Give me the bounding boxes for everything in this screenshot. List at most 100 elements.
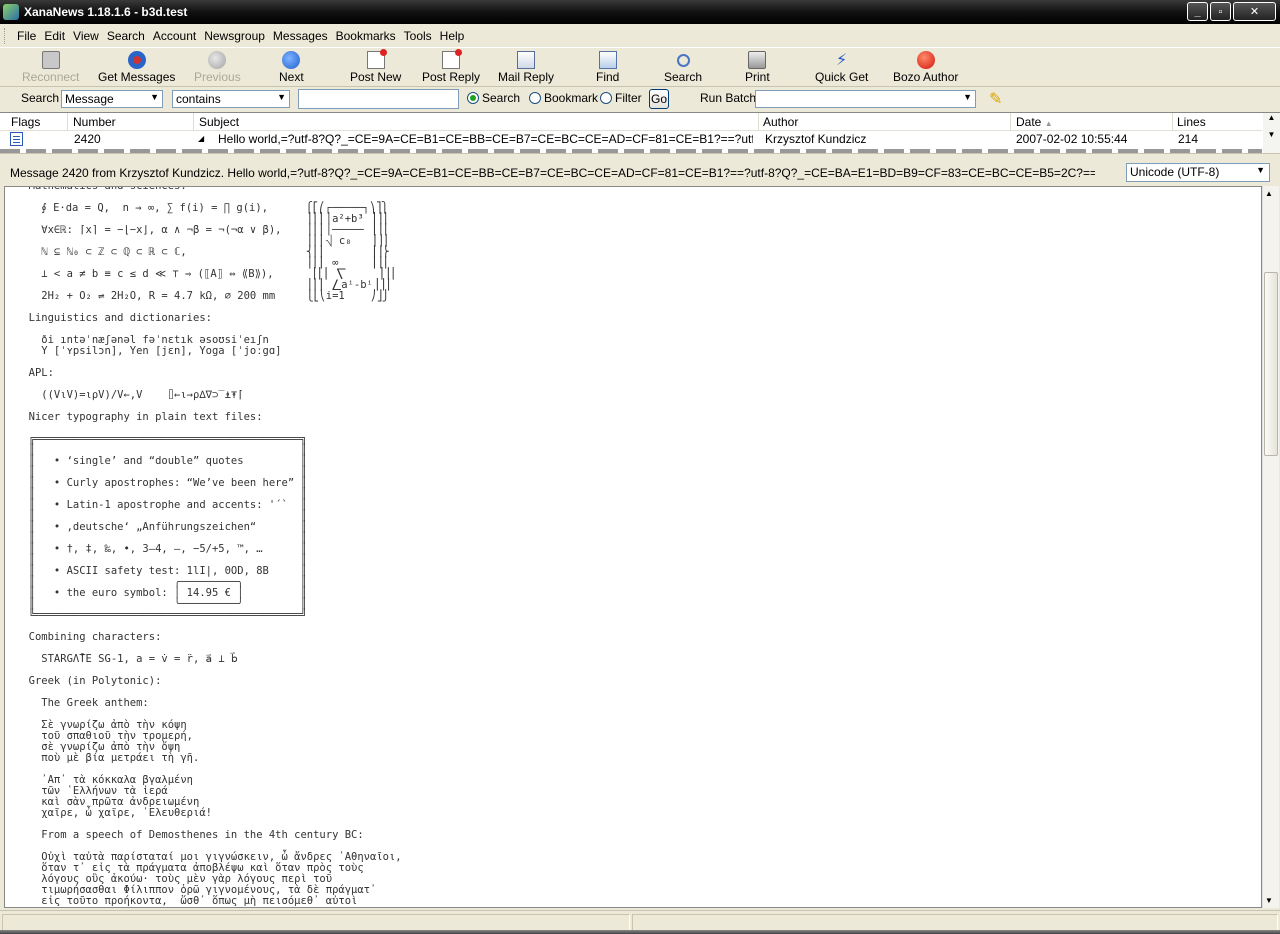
search-field-value: Message bbox=[65, 92, 114, 106]
search-radio[interactable] bbox=[467, 92, 479, 104]
minimize-button[interactable]: _ bbox=[1187, 2, 1208, 21]
filter-radio[interactable] bbox=[600, 92, 612, 104]
chevron-down-icon: ▼ bbox=[277, 92, 286, 102]
menu-newsgroup[interactable]: Newsgroup bbox=[204, 29, 265, 43]
message-header-text: Message 2420 from Krzysztof Kundzicz. He… bbox=[10, 166, 1095, 180]
encoding-value: Unicode (UTF-8) bbox=[1130, 165, 1220, 179]
menu-tools[interactable]: Tools bbox=[404, 29, 432, 43]
find-label: Find bbox=[596, 70, 620, 84]
search-field-select[interactable]: Message ▼ bbox=[61, 90, 163, 108]
column-lines[interactable]: Lines bbox=[1177, 115, 1206, 129]
column-flags[interactable]: Flags bbox=[11, 115, 40, 129]
thread-collapse-icon[interactable]: ◢ bbox=[198, 134, 204, 143]
search-text-input[interactable] bbox=[298, 89, 459, 109]
column-number[interactable]: Number bbox=[73, 115, 116, 129]
printer-icon bbox=[748, 51, 767, 69]
row-author: Krzysztof Kundzicz bbox=[765, 132, 867, 146]
scroll-down-icon[interactable]: ▼ bbox=[1263, 130, 1280, 139]
scroll-up-icon[interactable]: ▲ bbox=[1263, 113, 1280, 122]
reconnect-button[interactable]: Reconnect bbox=[22, 51, 79, 84]
bookmark-radio[interactable] bbox=[529, 92, 541, 104]
chevron-down-icon: ▼ bbox=[1256, 165, 1265, 175]
column-date-label: Date bbox=[1016, 115, 1042, 129]
chevron-down-icon: ▼ bbox=[150, 92, 159, 102]
row-date: 2007-02-02 10:55:44 bbox=[1016, 132, 1128, 146]
menu-bookmarks[interactable]: Bookmarks bbox=[336, 29, 396, 43]
menu-file[interactable]: File bbox=[17, 29, 36, 43]
column-divider[interactable] bbox=[1172, 113, 1173, 131]
message-body-text: Mathematics and sciences: ∮ E⋅da = Q, n … bbox=[28, 186, 402, 907]
run-batch-wand-icon[interactable]: ✎ bbox=[989, 89, 1007, 108]
column-author[interactable]: Author bbox=[763, 115, 798, 129]
menu-help[interactable]: Help bbox=[440, 29, 465, 43]
table-row-partial[interactable] bbox=[0, 149, 1262, 153]
scroll-down-icon[interactable]: ▼ bbox=[1265, 896, 1273, 905]
print-button[interactable]: Print bbox=[745, 51, 770, 84]
quick-get-lightning-icon: ⚡ bbox=[836, 52, 848, 69]
post-new-button[interactable]: Post New bbox=[350, 49, 401, 84]
message-body[interactable]: Mathematics and sciences: ∮ E⋅da = Q, n … bbox=[4, 186, 1262, 908]
message-body-scrollbar[interactable]: ▲ ▼ bbox=[1262, 186, 1279, 908]
bozo-author-icon bbox=[916, 51, 935, 69]
message-list-header: Flags Number Subject Author Date ▲ Lines bbox=[0, 113, 1262, 131]
search-toolbar-button[interactable]: Search bbox=[664, 51, 702, 84]
message-header-bar: Message 2420 from Krzysztof Kundzicz. He… bbox=[0, 160, 1280, 186]
row-lines: 214 bbox=[1178, 132, 1199, 146]
magnifier-icon bbox=[674, 51, 692, 69]
xananews-window: XanaNews 1.18.1.6 - b3d.test _ ▫ ✕ File … bbox=[0, 0, 1280, 934]
table-row[interactable]: 2420 ◢ Hello world,=?utf-8?Q?_=CE=9A=CE=… bbox=[0, 131, 1262, 148]
post-new-icon bbox=[366, 49, 387, 69]
search-label: Search bbox=[664, 70, 703, 84]
bozo-author-label: Bozo Author bbox=[893, 70, 959, 84]
go-button[interactable]: Go bbox=[649, 89, 669, 109]
previous-label: Previous bbox=[194, 70, 241, 84]
close-button[interactable]: ✕ bbox=[1233, 2, 1276, 21]
column-divider[interactable] bbox=[67, 113, 68, 131]
scroll-up-icon[interactable]: ▲ bbox=[1265, 189, 1273, 198]
column-divider[interactable] bbox=[758, 113, 759, 131]
reconnect-icon bbox=[41, 51, 60, 69]
get-messages-icon bbox=[127, 51, 146, 69]
search-condition-select[interactable]: contains ▼ bbox=[172, 90, 290, 108]
quick-get-label: Quick Get bbox=[815, 70, 869, 84]
menubar-grip[interactable] bbox=[4, 28, 7, 44]
next-button[interactable]: Next bbox=[279, 51, 304, 84]
menu-search[interactable]: Search bbox=[107, 29, 145, 43]
previous-arrow-icon bbox=[208, 51, 227, 69]
message-read-icon bbox=[10, 132, 23, 146]
menu-messages[interactable]: Messages bbox=[273, 29, 328, 43]
run-batch-select[interactable]: ▼ bbox=[755, 90, 976, 108]
column-subject[interactable]: Subject bbox=[199, 115, 239, 129]
menu-edit[interactable]: Edit bbox=[44, 29, 65, 43]
chevron-down-icon: ▼ bbox=[963, 92, 972, 102]
get-messages-button[interactable]: Get Messages bbox=[98, 51, 175, 84]
print-label: Print bbox=[745, 70, 770, 84]
next-label: Next bbox=[279, 70, 304, 84]
run-batch-label: Run Batch bbox=[700, 91, 757, 105]
post-reply-label: Post Reply bbox=[422, 70, 481, 84]
find-button[interactable]: Find bbox=[596, 51, 619, 84]
scrollbar-thumb[interactable] bbox=[1264, 272, 1278, 456]
column-date[interactable]: Date ▲ bbox=[1016, 115, 1053, 129]
mail-reply-button[interactable]: Mail Reply bbox=[498, 51, 554, 84]
menu-bar: File Edit View Search Account Newsgroup … bbox=[0, 26, 1280, 46]
menu-account[interactable]: Account bbox=[153, 29, 196, 43]
previous-button[interactable]: Previous bbox=[194, 51, 241, 84]
column-divider[interactable] bbox=[193, 113, 194, 131]
column-divider[interactable] bbox=[1010, 113, 1011, 131]
maximize-button[interactable]: ▫ bbox=[1210, 2, 1231, 21]
search-label-text: Search bbox=[21, 91, 60, 105]
message-list-scrollbar[interactable]: ▲ ▼ bbox=[1263, 113, 1280, 153]
menu-view[interactable]: View bbox=[73, 29, 99, 43]
title-bar[interactable]: XanaNews 1.18.1.6 - b3d.test _ ▫ ✕ bbox=[0, 0, 1280, 24]
window-controls: _ ▫ ✕ bbox=[1187, 2, 1276, 21]
quick-get-button[interactable]: ⚡ Quick Get bbox=[815, 51, 868, 84]
post-reply-button[interactable]: Post Reply bbox=[422, 49, 481, 84]
bookmark-radio-label: Bookmark bbox=[544, 91, 599, 105]
encoding-select[interactable]: Unicode (UTF-8) ▼ bbox=[1126, 163, 1270, 182]
row-number: 2420 bbox=[74, 132, 101, 146]
row-subject: Hello world,=?utf-8?Q?_=CE=9A=CE=B1=CE=B… bbox=[218, 132, 753, 146]
bozo-author-button[interactable]: Bozo Author bbox=[893, 51, 958, 84]
window-title: XanaNews 1.18.1.6 - b3d.test bbox=[24, 5, 188, 19]
xananews-app-icon[interactable] bbox=[3, 4, 19, 20]
